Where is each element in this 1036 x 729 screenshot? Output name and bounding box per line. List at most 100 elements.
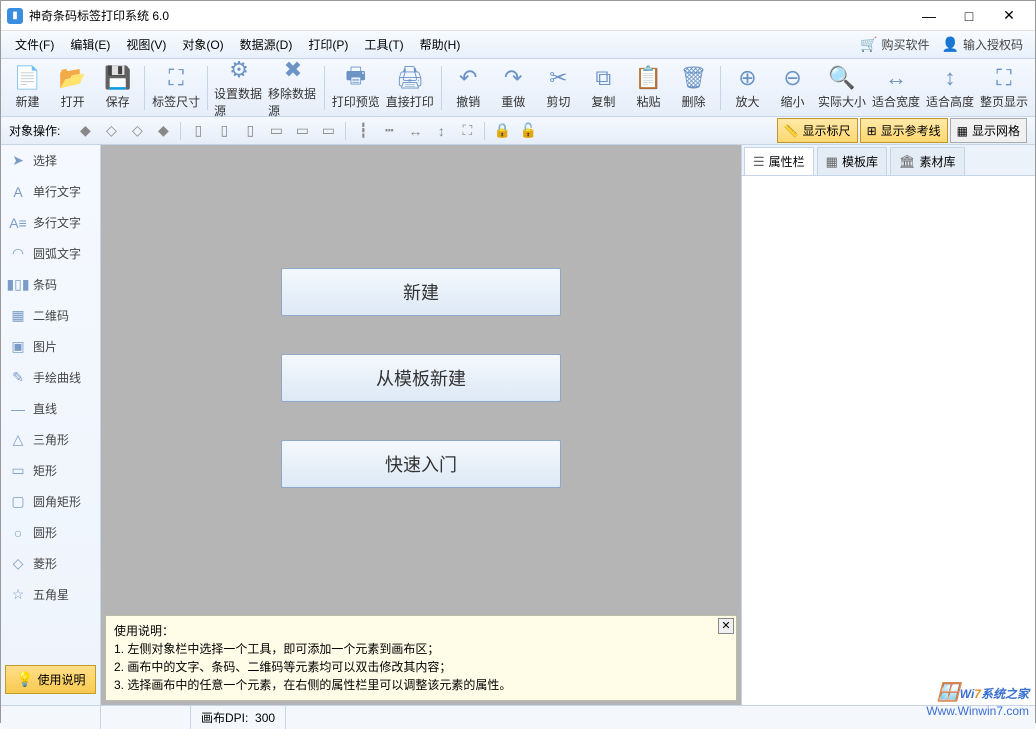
window-buttons: — □ ✕ [909, 2, 1029, 30]
op-align-l-icon[interactable]: ▯ [186, 120, 210, 142]
ruler-icon: 📏 [784, 124, 799, 138]
toolbar-剪切[interactable]: ✂剪切 [536, 61, 581, 115]
toolbar-放大[interactable]: ⊕放大 [725, 61, 770, 115]
tool-菱形[interactable]: ◇ 菱形 [1, 548, 100, 579]
tool-直线[interactable]: —直线 [1, 393, 100, 424]
op-size-w-icon[interactable]: ↔ [403, 120, 427, 142]
tab-resources[interactable]: 🏛素材库 [890, 147, 965, 175]
close-button[interactable]: ✕ [989, 2, 1029, 30]
tool-多行文字[interactable]: A≡多行文字 [1, 207, 100, 238]
help-box: ✕ 使用说明： 1. 左侧对象栏中选择一个工具，即可添加一个元素到画布区； 2.… [105, 615, 737, 701]
tab-templates[interactable]: ▦模板库 [817, 147, 887, 175]
toolbar-缩小[interactable]: ⊖缩小 [770, 61, 815, 115]
tool-label: 菱形 [33, 555, 57, 572]
new-button[interactable]: 新建 [281, 268, 561, 316]
op-align-b-icon[interactable]: ▭ [316, 120, 340, 142]
help-button[interactable]: 💡使用说明 [5, 665, 96, 694]
toolbar-新建[interactable]: 📄新建 [5, 61, 50, 115]
op-lock-icon[interactable]: 🔒 [490, 120, 514, 142]
toolbar-label: 移除数据源 [268, 85, 318, 119]
toggle-guide[interactable]: ⊞显示参考线 [860, 118, 948, 143]
toolbar-移除数据源[interactable]: ✖移除数据源 [266, 61, 320, 115]
op-order-icon[interactable]: ◆ [151, 120, 175, 142]
tool-圆弧文字[interactable]: ◠圆弧文字 [1, 238, 100, 269]
op-align-c-icon[interactable]: ▯ [212, 120, 236, 142]
tool-三角形[interactable]: △三角形 [1, 424, 100, 455]
圆形-icon: ○ [9, 525, 27, 541]
toolbar-保存[interactable]: 💾保存 [95, 61, 140, 115]
op-layer-icon[interactable]: ◆ [73, 120, 97, 142]
op-align-r-icon[interactable]: ▯ [238, 120, 262, 142]
toolbar-直接打印[interactable]: 🖨直接打印 [383, 61, 437, 115]
menu-datasource[interactable]: 数据源(D) [232, 32, 301, 57]
tool-图片[interactable]: ▣图片 [1, 331, 100, 362]
new-from-template-button[interactable]: 从模板新建 [281, 354, 561, 402]
menu-help[interactable]: 帮助(H) [412, 32, 469, 57]
toolbar-重做[interactable]: ↷重做 [491, 61, 536, 115]
menu-print[interactable]: 打印(P) [300, 32, 356, 57]
toolbar-label: 新建 [16, 93, 40, 110]
op-size-h-icon[interactable]: ↕ [429, 120, 453, 142]
tool-圆角矩形[interactable]: ▢圆角矩形 [1, 486, 100, 517]
toolbar-label: 设置数据源 [214, 85, 264, 119]
menu-view[interactable]: 视图(V) [118, 32, 174, 57]
tool-单行文字[interactable]: A单行文字 [1, 176, 100, 207]
tool-选择[interactable]: ➤选择 [1, 145, 100, 176]
tab-properties[interactable]: ☰属性栏 [744, 147, 814, 175]
tool-条码[interactable]: ▮▯▮条码 [1, 269, 100, 300]
menu-object[interactable]: 对象(O) [174, 32, 231, 57]
toolbar-实际大小[interactable]: 🔍实际大小 [815, 61, 869, 115]
tool-label: 单行文字 [33, 183, 81, 200]
toolbar-适合宽度[interactable]: ↔适合宽度 [869, 61, 923, 115]
toolbar-删除[interactable]: 🗑删除 [671, 61, 716, 115]
实际大小-icon: 🔍 [828, 65, 855, 91]
op-dist-v-icon[interactable]: ┅ [377, 120, 401, 142]
license-link[interactable]: 👤输入授权码 [936, 34, 1029, 55]
toolbar-整页显示[interactable]: ⛶整页显示 [977, 61, 1031, 115]
help-close-button[interactable]: ✕ [718, 618, 734, 634]
toggle-ruler[interactable]: 📏显示标尺 [777, 118, 858, 143]
toolbar-设置数据源[interactable]: ⚙设置数据源 [212, 61, 266, 115]
toolbar-标签尺寸[interactable]: ⛶标签尺寸 [149, 61, 203, 115]
五角星-icon: ☆ [9, 587, 27, 603]
tool-圆形[interactable]: ○ 圆形 [1, 517, 100, 548]
menu-tools[interactable]: 工具(T) [356, 32, 411, 57]
tool-五角星[interactable]: ☆五角星 [1, 579, 100, 610]
op-back-icon[interactable]: ◇ [125, 120, 149, 142]
删除-icon: 🗑 [680, 65, 708, 91]
op-align-m-icon[interactable]: ▭ [290, 120, 314, 142]
粘贴-icon: 📋 [635, 65, 662, 91]
menu-edit[interactable]: 编辑(E) [62, 32, 118, 57]
tool-手绘曲线[interactable]: ✎手绘曲线 [1, 362, 100, 393]
toolbar-label: 粘贴 [636, 93, 660, 110]
op-dist-h-icon[interactable]: ┇ [351, 120, 375, 142]
menu-file[interactable]: 文件(F) [7, 32, 62, 57]
toolbar-打开[interactable]: 📂打开 [50, 61, 95, 115]
buy-link[interactable]: 🛒购买软件 [854, 34, 935, 55]
撤销-icon: ↶ [459, 65, 477, 91]
toolbar-撤销[interactable]: ↶撤销 [446, 61, 491, 115]
tool-label: 圆形 [33, 524, 57, 541]
tool-矩形[interactable]: ▭矩形 [1, 455, 100, 486]
quickstart-button[interactable]: 快速入门 [281, 440, 561, 488]
tool-二维码[interactable]: ▦二维码 [1, 300, 100, 331]
template-icon: ▦ [826, 154, 838, 170]
toolbar-复制[interactable]: ⧉复制 [581, 61, 626, 115]
toolbar-适合高度[interactable]: ↕适合高度 [923, 61, 977, 115]
toolbar-粘贴[interactable]: 📋 粘贴 [626, 61, 671, 115]
op-unlock-icon[interactable]: 🔓 [516, 120, 540, 142]
help-line1: 1. 左侧对象栏中选择一个工具，即可添加一个元素到画布区； [114, 640, 728, 658]
toggle-grid[interactable]: ▦显示网格 [950, 118, 1027, 143]
op-front-icon[interactable]: ◇ [99, 120, 123, 142]
op-align-t-icon[interactable]: ▭ [264, 120, 288, 142]
toolbar-打印预览[interactable]: 🖶打印预览 [329, 61, 383, 115]
toolbar-label: 直接打印 [386, 93, 434, 110]
tool-label: 圆弧文字 [33, 245, 81, 262]
app-title: 神奇条码标签打印系统 6.0 [29, 7, 909, 24]
maximize-button[interactable]: □ [949, 2, 989, 30]
minimize-button[interactable]: — [909, 2, 949, 30]
user-icon: 👤 [942, 36, 959, 53]
op-size-icon[interactable]: ⛶ [455, 120, 479, 142]
菱形-icon: ◇ [9, 556, 27, 572]
right-tabs: ☰属性栏 ▦模板库 🏛素材库 [742, 145, 1035, 176]
